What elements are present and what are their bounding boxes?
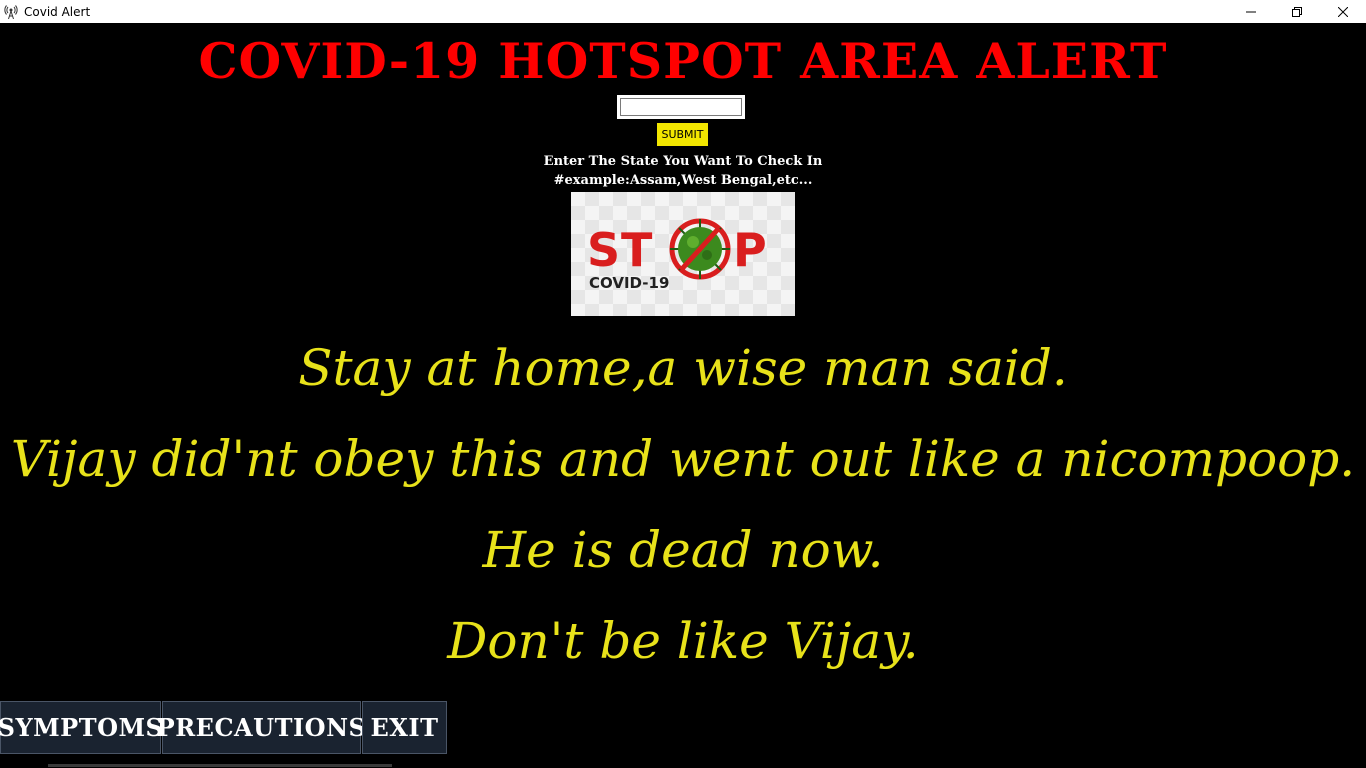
instructions-line-2: #example:Assam,West Bengal,etc...: [553, 173, 813, 188]
stop-caption: COVID-19: [589, 274, 669, 292]
radio-tower-icon: [3, 4, 19, 20]
message-line-4: Don't be like Vijay.: [447, 612, 919, 670]
window-controls: [1228, 0, 1366, 23]
close-icon[interactable]: [1320, 0, 1366, 23]
window-title: Covid Alert: [24, 4, 91, 19]
svg-text:T: T: [621, 223, 653, 277]
submit-button[interactable]: SUBMIT: [657, 123, 708, 146]
window-titlebar: Covid Alert: [0, 0, 1366, 23]
restore-icon[interactable]: [1274, 0, 1320, 23]
svg-text:S: S: [587, 223, 620, 277]
svg-text:P: P: [733, 223, 767, 277]
message-line-2: Vijay did'nt obey this and went out like…: [10, 430, 1356, 488]
precautions-button[interactable]: PRECAUTIONS: [157, 701, 366, 754]
state-search-input[interactable]: [617, 95, 745, 119]
stop-covid-image: S T P COVID-19: [571, 192, 795, 316]
exit-button[interactable]: EXIT: [362, 701, 447, 754]
instructions-line-1: Enter The State You Want To Check In: [543, 154, 823, 169]
message-line-3: He is dead now.: [482, 521, 884, 579]
bottom-button-bar: SYMPTOMS PRECAUTIONS EXIT: [0, 701, 448, 754]
warning-message: Stay at home,a wise man said. Vijay did'…: [0, 323, 1366, 687]
symptoms-button[interactable]: SYMPTOMS: [0, 701, 163, 754]
instructions: Enter The State You Want To Check In #ex…: [0, 152, 1366, 190]
virus-icon: [669, 218, 731, 280]
minimize-icon[interactable]: [1228, 0, 1274, 23]
message-line-1: Stay at home,a wise man said.: [298, 339, 1068, 397]
horizontal-scrollbar[interactable]: [48, 764, 392, 767]
main-window: COVID-19 HOTSPOT AREA ALERT SUBMIT Enter…: [0, 23, 1366, 768]
page-title: COVID-19 HOTSPOT AREA ALERT: [198, 32, 1168, 90]
